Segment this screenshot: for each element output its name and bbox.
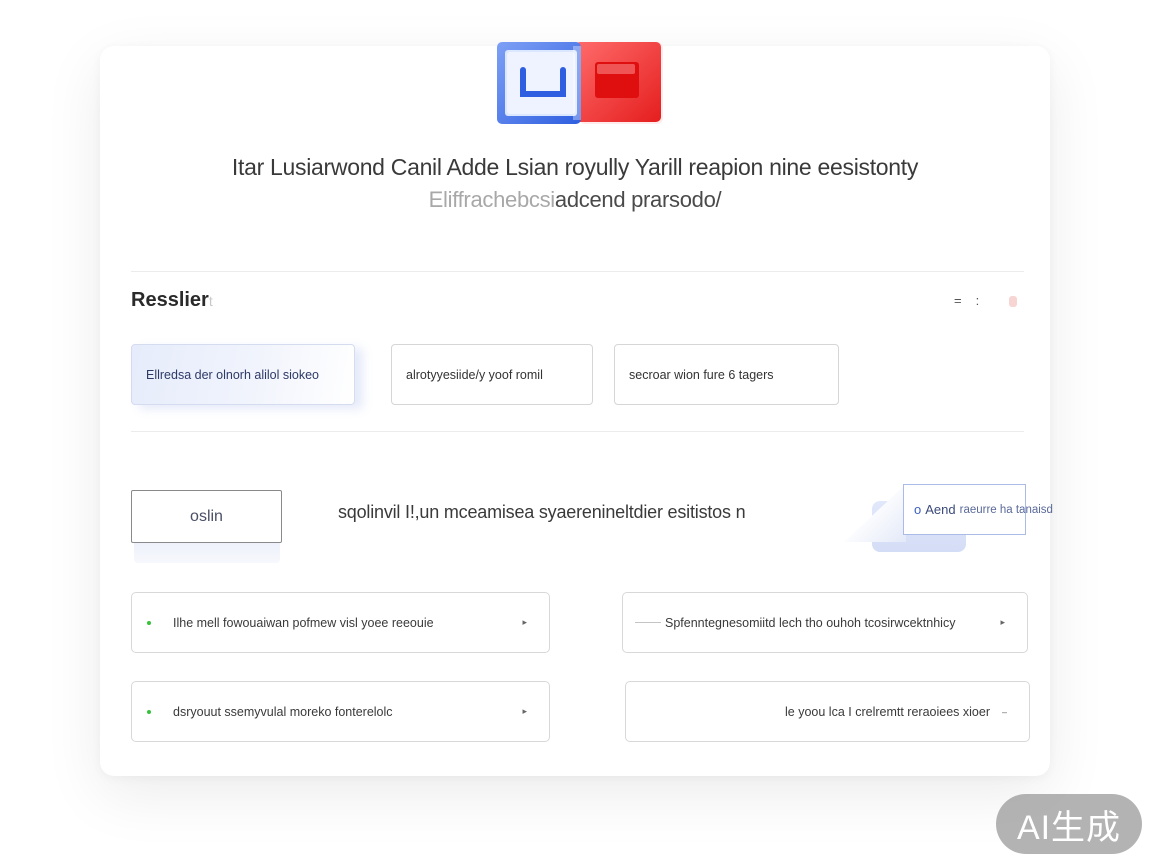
chip-1-label: Ellredsa der olnorh alilol siokeo xyxy=(146,367,320,382)
action-circle-icon: o xyxy=(914,502,922,517)
middle-description: sqolinvil I!,un mceamisea syaerenineltdi… xyxy=(338,502,746,522)
divider-middle xyxy=(131,431,1024,432)
action-tile-button[interactable]: o Aend raeurre ha tanaisd xyxy=(903,484,1053,535)
primary-button[interactable]: oslin xyxy=(131,490,282,543)
ai-generated-watermark: AI生成 xyxy=(996,794,1142,854)
chip-1[interactable]: Ellredsa der olnorh alilol siokeo xyxy=(131,344,355,405)
app-logo-icon xyxy=(497,42,663,124)
more-options-icon[interactable]: : xyxy=(976,294,980,308)
action-tile-sublabel: raeurre ha tanaisd xyxy=(959,503,1053,516)
option-4-minus-icon: – xyxy=(1001,706,1007,717)
section-title-ghost: t xyxy=(208,293,213,309)
headline-line-2-faint: Eliffrachebcsi xyxy=(428,187,556,212)
option-4-label: le yoou lca I crelremtt reraoiees xioer xyxy=(785,704,990,719)
stage: Itar Lusiarwond Canil Adde Lsian royully… xyxy=(0,0,1152,864)
headline-line-1: Itar Lusiarwond Canil Adde Lsian royully… xyxy=(231,154,919,180)
menu-icon[interactable]: = xyxy=(954,294,962,308)
option-2-label: Spfenntegnesomiitd lech tho ouhoh tcosir… xyxy=(665,615,956,630)
option-2-dash-icon xyxy=(635,622,661,623)
chip-3-label: secroar wion fure 6 tagers xyxy=(629,367,774,382)
option-3-bullet-icon xyxy=(147,709,151,714)
main-card: Itar Lusiarwond Canil Adde Lsian royully… xyxy=(100,42,1053,776)
action-tile-label: Aend xyxy=(925,502,956,517)
headline-line-2: Eliffrachebcsiadcend prarsodo/ xyxy=(100,187,1050,213)
chip-2-label: alrotyyesiide/y yoof romil xyxy=(406,367,543,382)
headline-line-2-main: adcend prarsodo/ xyxy=(554,187,722,212)
chip-2[interactable]: alrotyyesiide/y yoof romil xyxy=(391,344,593,405)
chip-3[interactable]: secroar wion fure 6 tagers xyxy=(614,344,839,405)
option-3[interactable]: dsryouut ssemyvulal moreko fonterelolc ▸ xyxy=(131,681,550,742)
option-1-chevron-right-icon: ▸ xyxy=(522,617,527,627)
option-1[interactable]: Ilhe mell fowouaiwan pofmew visl yoee re… xyxy=(131,592,550,653)
section-title-text: Resslier xyxy=(131,289,209,311)
option-4[interactable]: le yoou lca I crelremtt reraoiees xioer … xyxy=(625,681,1030,742)
option-3-chevron-right-icon: ▸ xyxy=(522,706,527,716)
option-2[interactable]: Spfenntegnesomiitd lech tho ouhoh tcosir… xyxy=(622,592,1028,653)
option-1-label: Ilhe mell fowouaiwan pofmew visl yoee re… xyxy=(173,615,434,630)
status-dot-icon xyxy=(1009,295,1018,307)
option-2-chevron-right-icon: ▸ xyxy=(1000,617,1005,627)
section-title: Ressliert xyxy=(131,289,213,312)
option-1-bullet-icon xyxy=(147,620,151,625)
action-tile-fold xyxy=(844,484,906,542)
primary-button-shadow xyxy=(134,543,280,563)
option-3-label: dsryouut ssemyvulal moreko fonterelolc xyxy=(173,704,393,719)
divider-top xyxy=(131,271,1024,272)
section-toolbar: = : xyxy=(954,294,1018,308)
